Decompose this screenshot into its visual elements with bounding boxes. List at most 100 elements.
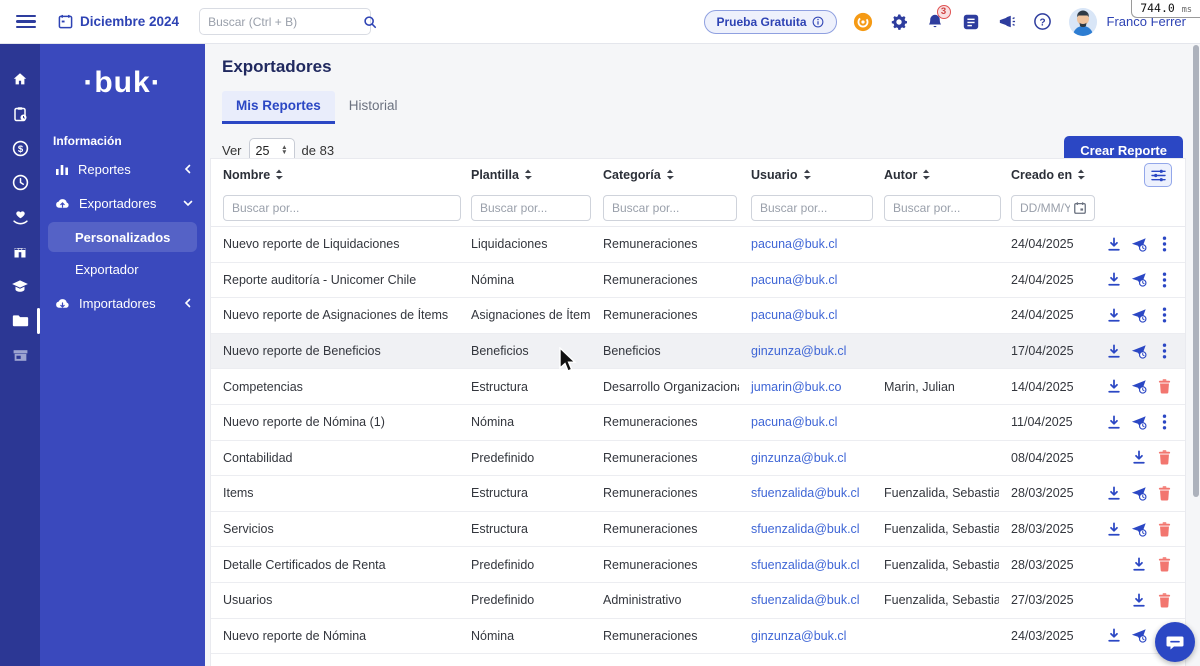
- delete-trash-icon[interactable]: [1156, 592, 1172, 608]
- search-input[interactable]: [208, 14, 364, 29]
- orange-app-icon[interactable]: [853, 12, 873, 32]
- search-icon[interactable]: [363, 15, 377, 29]
- column-header-sort[interactable]: Plantilla: [459, 168, 591, 182]
- rail-files-icon[interactable]: [0, 304, 40, 339]
- send-schedule-icon[interactable]: [1131, 628, 1147, 644]
- kebab-menu-icon[interactable]: [1156, 343, 1172, 359]
- cell-plantilla: Estructura: [471, 486, 528, 501]
- column-header-sort[interactable]: Usuario: [739, 168, 872, 182]
- changelog-icon[interactable]: [961, 12, 981, 32]
- send-schedule-icon[interactable]: [1131, 414, 1147, 430]
- download-icon[interactable]: [1131, 592, 1147, 608]
- send-schedule-icon[interactable]: [1131, 272, 1147, 288]
- column-header-sort[interactable]: Nombre: [211, 168, 459, 182]
- cell-plantilla: Estructura: [471, 379, 528, 394]
- delete-trash-icon[interactable]: [1156, 521, 1172, 537]
- chat-fab-button[interactable]: [1155, 622, 1195, 662]
- help-icon[interactable]: ?: [1033, 12, 1053, 32]
- announcements-megaphone-icon[interactable]: [997, 12, 1017, 32]
- download-icon[interactable]: [1106, 414, 1122, 430]
- sidebar-item-exportadores[interactable]: Exportadores: [40, 186, 205, 220]
- column-settings-button[interactable]: [1144, 163, 1172, 187]
- sort-arrows-icon[interactable]: [275, 169, 284, 180]
- rail-kiosk-icon[interactable]: [0, 338, 40, 373]
- kebab-menu-icon[interactable]: [1156, 414, 1172, 430]
- period-selector[interactable]: Diciembre 2024: [58, 14, 179, 29]
- sidebar-item-label: Reportes: [78, 161, 131, 177]
- sort-arrows-icon[interactable]: [666, 169, 674, 180]
- filter-input[interactable]: [603, 195, 737, 221]
- send-schedule-icon[interactable]: [1131, 236, 1147, 252]
- settings-gear-icon[interactable]: [889, 12, 909, 32]
- download-icon[interactable]: [1106, 343, 1122, 359]
- cell-usuario-link[interactable]: pacuna@buk.cl: [739, 308, 872, 322]
- cell-usuario-link[interactable]: ginzunza@buk.cl: [739, 629, 872, 643]
- column-header-sort[interactable]: Autor: [872, 168, 999, 182]
- vertical-scrollbar[interactable]: [1193, 45, 1199, 497]
- cell-usuario-link[interactable]: sfuenzalida@buk.cl: [739, 486, 872, 500]
- kebab-menu-icon[interactable]: [1156, 307, 1172, 323]
- cell-usuario-link[interactable]: sfuenzalida@buk.cl: [739, 593, 872, 607]
- cell-usuario-link[interactable]: pacuna@buk.cl: [739, 237, 872, 251]
- sort-arrows-icon[interactable]: [1077, 169, 1086, 180]
- download-icon[interactable]: [1106, 236, 1122, 252]
- sort-arrows-icon[interactable]: [803, 169, 811, 180]
- trial-badge[interactable]: Prueba Gratuita: [703, 9, 837, 34]
- column-header-sort[interactable]: Creado en: [999, 168, 1094, 182]
- delete-trash-icon[interactable]: [1156, 557, 1172, 573]
- download-icon[interactable]: [1106, 307, 1122, 323]
- hamburger-menu-icon[interactable]: [16, 14, 36, 29]
- global-search[interactable]: [199, 8, 377, 35]
- download-icon[interactable]: [1131, 450, 1147, 466]
- kebab-menu-icon[interactable]: [1156, 236, 1172, 252]
- cell-usuario-link[interactable]: sfuenzalida@buk.cl: [739, 522, 872, 536]
- column-header-sort[interactable]: Categoría: [591, 168, 739, 182]
- rail-benefits-icon[interactable]: [0, 200, 40, 235]
- rail-money-icon[interactable]: $: [0, 131, 40, 166]
- rail-tasks-icon[interactable]: [0, 97, 40, 132]
- filter-input[interactable]: [884, 195, 1001, 221]
- tab-mis-reportes[interactable]: Mis Reportes: [222, 91, 335, 124]
- send-schedule-icon[interactable]: [1131, 379, 1147, 395]
- rail-home-icon[interactable]: [0, 62, 40, 97]
- download-icon[interactable]: [1131, 557, 1147, 573]
- filter-input[interactable]: [471, 195, 591, 221]
- rail-time-icon[interactable]: [0, 166, 40, 201]
- sidebar-item-exportador[interactable]: Exportador: [48, 254, 197, 284]
- send-schedule-icon[interactable]: [1131, 485, 1147, 501]
- cell-usuario-link[interactable]: jumarin@buk.co: [739, 380, 872, 394]
- sort-arrows-icon[interactable]: [922, 169, 931, 180]
- filter-input[interactable]: [751, 195, 873, 221]
- filter-input[interactable]: [223, 195, 461, 221]
- download-icon[interactable]: [1106, 379, 1122, 395]
- tab-historial[interactable]: Historial: [335, 91, 412, 124]
- cell-usuario-link[interactable]: pacuna@buk.cl: [739, 415, 872, 429]
- download-icon[interactable]: [1106, 272, 1122, 288]
- notifications-bell-icon[interactable]: 3: [925, 4, 951, 32]
- download-icon[interactable]: [1106, 485, 1122, 501]
- sidebar-item-personalizados[interactable]: Personalizados: [48, 222, 197, 252]
- kebab-menu-icon[interactable]: [1156, 272, 1172, 288]
- cell-usuario-link[interactable]: pacuna@buk.cl: [739, 273, 872, 287]
- send-schedule-icon[interactable]: [1131, 307, 1147, 323]
- sidebar-item-importadores[interactable]: Importadores: [40, 286, 205, 320]
- column-filter: [872, 195, 1001, 221]
- date-filter-input[interactable]: [1011, 195, 1095, 221]
- rail-culture-icon[interactable]: [0, 235, 40, 270]
- sort-arrows-icon[interactable]: [524, 169, 532, 180]
- column-header-label: Nombre: [223, 167, 271, 182]
- delete-trash-icon[interactable]: [1156, 450, 1172, 466]
- cell-usuario-link[interactable]: ginzunza@buk.cl: [739, 344, 872, 358]
- download-icon[interactable]: [1106, 521, 1122, 537]
- download-icon[interactable]: [1106, 628, 1122, 644]
- delete-trash-icon[interactable]: [1156, 485, 1172, 501]
- sidebar-item-reportes[interactable]: Reportes: [40, 152, 205, 186]
- send-schedule-icon[interactable]: [1131, 343, 1147, 359]
- rail-training-icon[interactable]: [0, 269, 40, 304]
- delete-trash-icon[interactable]: [1156, 379, 1172, 395]
- cell-categoria: Remuneraciones: [603, 522, 698, 537]
- send-schedule-icon[interactable]: [1131, 521, 1147, 537]
- user-avatar[interactable]: [1068, 7, 1097, 36]
- cell-usuario-link[interactable]: sfuenzalida@buk.cl: [739, 558, 872, 572]
- cell-usuario-link[interactable]: ginzunza@buk.cl: [739, 451, 872, 465]
